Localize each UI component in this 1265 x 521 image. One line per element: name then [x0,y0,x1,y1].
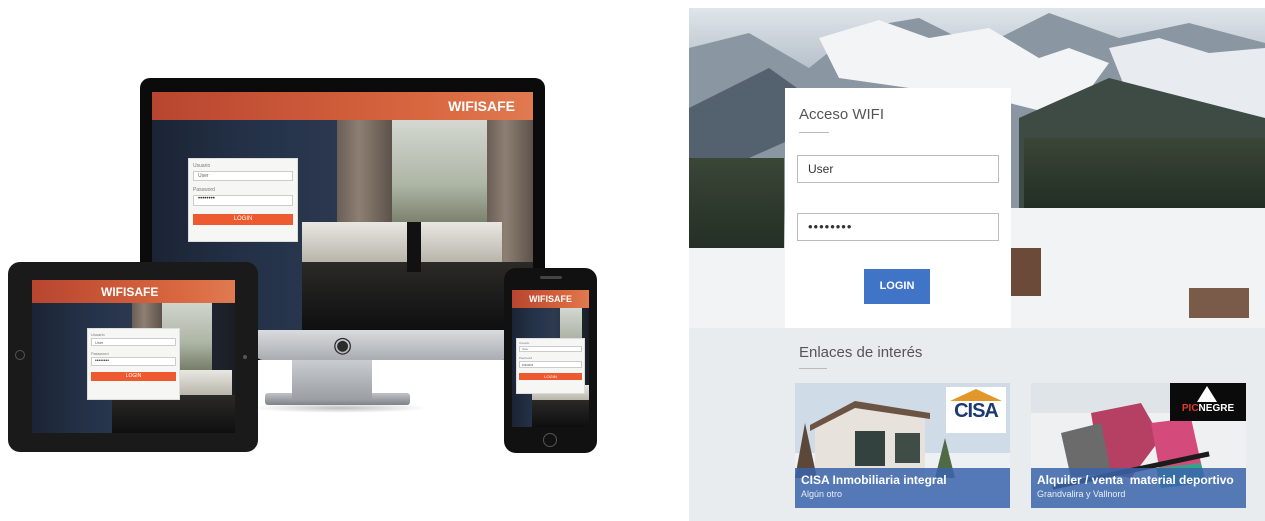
login-button[interactable]: LOGIN [91,372,176,381]
password-input[interactable]: •••••••• [91,357,176,366]
tablet-sensor [243,355,247,359]
username-input[interactable]: User [519,346,582,352]
username-input[interactable]: User [797,155,999,183]
logo-text-negre: NEGRE [1198,403,1235,414]
username-label: Usuario [193,163,211,169]
username-input[interactable]: User [91,338,176,346]
cisa-logo-text: CISA [954,400,999,422]
logo-text-pic: PIC [1181,403,1199,414]
brand-bar: WIFISAFE [512,290,589,308]
brand-bar: WIFISAFE [32,280,235,303]
phone-screen: WIFISAFE Usuario User Password •••••••• … [512,290,589,427]
table [112,395,235,433]
wifi-portal: Acceso WIFI User •••••••• LOGIN Enlaces … [689,8,1265,521]
chalet [1011,248,1041,296]
brand-name: WIFISAFE [101,284,159,299]
login-card: Acceso WIFI User •••••••• LOGIN [785,88,1011,328]
login-button[interactable]: LOGIN [864,269,930,304]
window [392,112,487,232]
tablet-camera-icon [15,350,25,360]
login-form: Usuario User Password •••••••• LOGIN [87,328,180,400]
password-label: Password [91,351,109,356]
vase [407,222,421,272]
phone-speaker [540,276,562,279]
login-button[interactable]: LOGIN [519,373,582,380]
username-input[interactable]: User [193,171,293,181]
imac-stand [292,360,372,400]
password-input[interactable]: •••••••• [797,213,999,241]
title-underline [799,132,829,133]
imac-chin [255,330,510,360]
link-caption: CISA Inmobiliaria integral Algún otro [795,468,1010,508]
password-label: Password [193,187,215,193]
link-title: CISA Inmobiliaria integral [801,473,947,487]
link-subtitle: Algún otro [801,489,843,499]
showcase: ◉ WIFISAFE Usuario User Password •••••••… [0,0,1265,521]
table [532,400,589,427]
login-button[interactable]: LOGIN [193,214,293,225]
link-card-picnegre[interactable]: PICNEGRE Alquiler / venta material depor… [1031,383,1246,508]
brand-bar: WIFISAFE [152,92,533,120]
phone-home-button-icon [543,433,557,447]
links-underline [799,368,827,369]
login-title: Acceso WIFI [799,106,885,123]
ski-slope [689,248,789,328]
link-title: Alquiler / venta material deportivo [1037,473,1234,487]
brand-name: WIFISAFE [448,98,515,114]
password-input[interactable]: •••••••• [519,361,582,368]
forest [1024,138,1265,218]
picnegre-logo-icon: PICNEGRE [1170,383,1246,421]
login-form: Usuario User Password •••••••• LOGIN [188,158,298,242]
cisa-logo-icon: CISA [946,387,1006,433]
username-label: Usuario [91,332,105,337]
password-label: Password [519,356,533,360]
username-label: Usuario [519,341,530,345]
tablet-screen: WIFISAFE Usuario User Password •••••••• … [32,280,235,433]
link-subtitle: Grandvalira y Vallnord [1037,489,1126,499]
password-input[interactable]: •••••••• [193,195,293,206]
brand-name: WIFISAFE [529,294,572,304]
chalet [1189,288,1249,318]
links-heading: Enlaces de interés [799,344,923,361]
table [302,262,533,330]
apple-logo-icon: ◉ [333,332,353,357]
bed-sheet [302,222,502,262]
link-card-cisa[interactable]: CISA CISA Inmobiliaria integral Algún ot… [795,383,1010,508]
link-caption: Alquiler / venta material deportivo Gran… [1031,468,1246,508]
login-form: Usuario User Password •••••••• LOGIN [516,338,585,394]
